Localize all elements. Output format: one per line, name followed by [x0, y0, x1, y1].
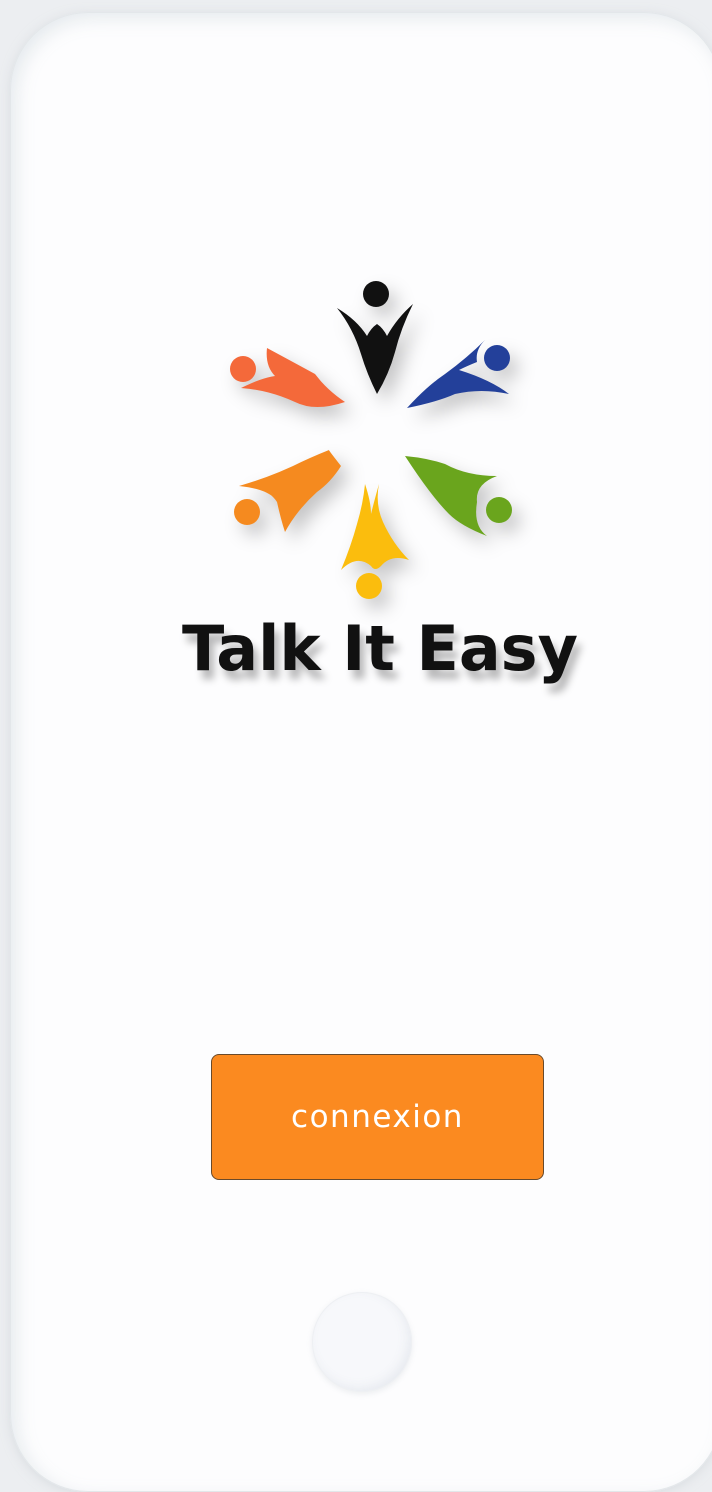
figure-black [337, 281, 413, 394]
connect-button-label: connexion [291, 1099, 464, 1135]
figure-blue [407, 340, 510, 408]
phone-frame [10, 12, 712, 1492]
people-circle-logo-icon [230, 281, 512, 599]
figure-yellow [341, 484, 409, 599]
home-button[interactable] [312, 1292, 412, 1392]
figure-green [405, 456, 512, 536]
figure-orange-top-left [230, 348, 345, 407]
connect-button[interactable]: connexion [211, 1054, 544, 1180]
app-title: Talk It Easy [181, 612, 578, 685]
figure-orange-left [234, 449, 341, 532]
